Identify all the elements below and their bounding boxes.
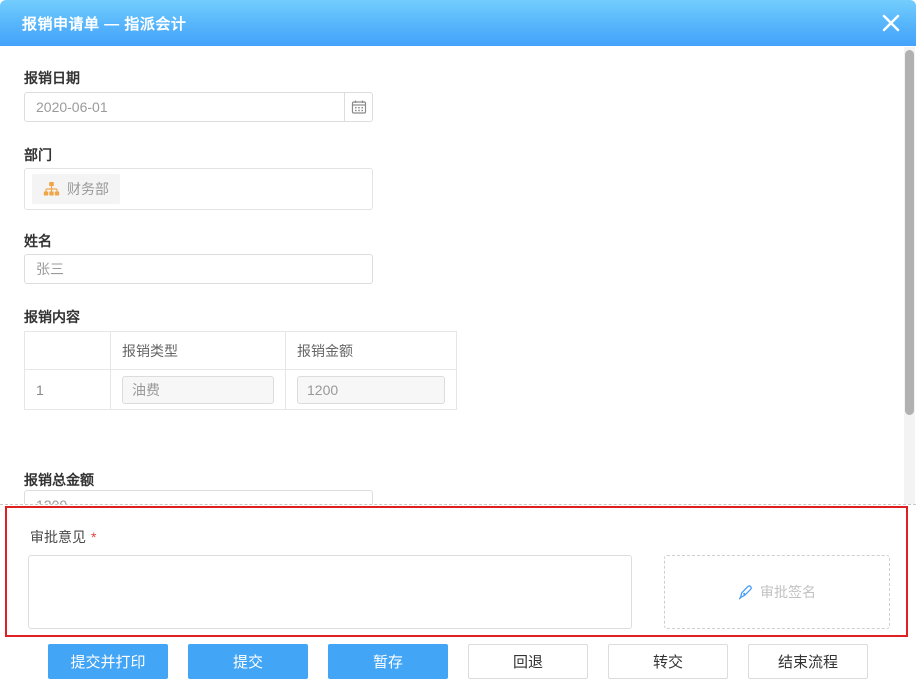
approval-label: 审批意见 (30, 529, 86, 545)
col-index (25, 332, 111, 370)
expense-table-header-row: 报销类型 报销金额 (25, 332, 457, 370)
calendar-button[interactable] (345, 92, 373, 122)
calendar-icon (351, 99, 367, 115)
approval-label-row: 审批意见 * (30, 527, 96, 547)
rollback-button[interactable]: 回退 (468, 644, 588, 679)
department-field-label: 部门 (24, 145, 52, 165)
table-row: 1 (25, 370, 457, 410)
transfer-button[interactable]: 转交 (608, 644, 728, 679)
scrollbar-track[interactable] (904, 47, 915, 505)
name-input[interactable] (24, 254, 373, 284)
dialog-title: 报销申请单 — 指派会计 (22, 13, 186, 34)
name-field-label: 姓名 (24, 231, 52, 251)
save-draft-button[interactable]: 暂存 (328, 644, 448, 679)
pen-icon (738, 585, 753, 600)
org-icon (43, 181, 60, 197)
expense-amount-input[interactable] (297, 376, 445, 404)
content-section-label: 报销内容 (24, 307, 80, 327)
close-icon (880, 12, 902, 34)
submit-print-button[interactable]: 提交并打印 (48, 644, 168, 679)
date-field-label: 报销日期 (24, 68, 80, 88)
expense-type-input[interactable] (122, 376, 274, 404)
scrollbar-thumb[interactable] (905, 50, 914, 415)
footer-buttons: 提交并打印 提交 暂存 回退 转交 结束流程 (48, 644, 868, 679)
expense-table: 报销类型 报销金额 1 (24, 331, 457, 410)
department-field[interactable]: 财务部 (24, 168, 373, 210)
required-asterisk: * (91, 529, 96, 545)
col-type: 报销类型 (111, 332, 286, 370)
total-field-label: 报销总金额 (24, 470, 94, 490)
department-tag[interactable]: 财务部 (32, 174, 120, 204)
dialog-header: 报销申请单 — 指派会计 (0, 0, 916, 46)
date-input[interactable] (24, 92, 345, 122)
submit-button[interactable]: 提交 (188, 644, 308, 679)
row-index: 1 (25, 370, 111, 410)
col-amount: 报销金额 (286, 332, 457, 370)
signature-pad-label: 审批签名 (760, 582, 816, 602)
approval-panel: 审批意见 * 审批签名 提交并打印 提交 暂存 回退 转交 结束流程 (0, 504, 916, 697)
date-field (24, 92, 373, 122)
approval-comment-textarea[interactable] (28, 555, 632, 629)
close-button[interactable] (877, 9, 905, 37)
end-process-button[interactable]: 结束流程 (748, 644, 868, 679)
department-tag-label: 财务部 (67, 179, 109, 199)
signature-pad[interactable]: 审批签名 (664, 555, 890, 629)
